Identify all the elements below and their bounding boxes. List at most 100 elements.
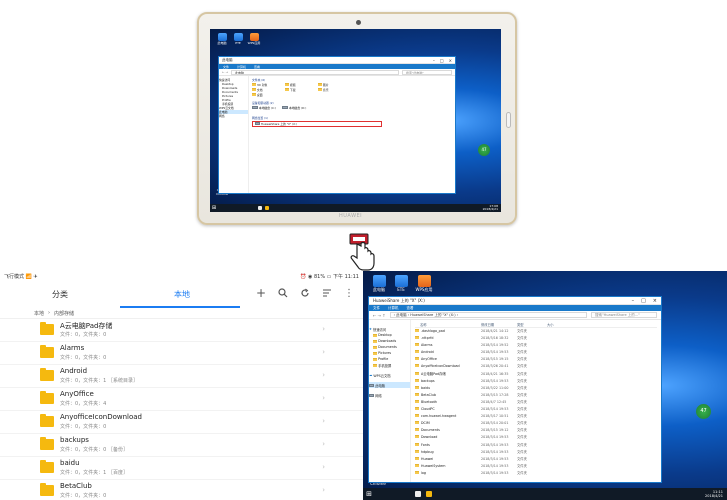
nav-wps-cloud[interactable]: ☁ WPS云文档 [369,372,410,378]
navigation-pane: 快速访问 Desktop Downloads Documents Picture… [219,76,249,193]
ribbon-tab-file[interactable]: 文件 [219,65,233,69]
network-icon [369,393,374,397]
breadcrumb-root[interactable]: 本地 [34,310,44,317]
folder-icon [415,435,419,439]
table-row[interactable]: Alarms 2018/3/14 19:52 文件夹 [415,342,657,349]
taskbar-app-icon[interactable] [415,491,421,497]
nav-this-pc[interactable]: 此电脑 [369,382,410,388]
tab-categories[interactable]: 分类 [52,289,68,300]
table-row[interactable]: Bluetooth 2018/4/7 12:45 文件夹 [415,399,657,406]
table-row[interactable]: backups 2018/3/14 19:53 文件夹 [415,378,657,385]
column-name[interactable]: 名称 [415,322,481,327]
breadcrumb-separator: › [48,310,51,316]
table-row[interactable]: .dashlogo_pad 2018/4/21 14:12 文件夹 [415,328,657,335]
table-row[interactable]: AnyOffice 2018/3/15 19:15 文件夹 [415,356,657,363]
list-item[interactable]: backups 文件：0，文件夹：0 ［备份］ › [0,434,363,457]
minimize-icon[interactable]: – [433,58,435,63]
ribbon-tab-view[interactable]: 查看 [250,65,264,69]
home-button[interactable] [506,112,511,128]
desktop-icon-wps[interactable]: WPS应用 [246,33,262,45]
desktop-icon-ete[interactable]: ETE [230,33,246,45]
add-icon[interactable]: + [255,286,267,300]
minimize-icon[interactable]: – [632,298,635,304]
windows-start-icon[interactable]: ⊞ [363,490,375,498]
desktop-icon-this-pc[interactable]: 此电脑 [214,33,230,45]
sort-icon[interactable] [321,287,333,299]
folder-item[interactable]: 音乐 [318,88,351,93]
status-right: ⏰ ◉ 81% ▭ 下午 11:11 [300,273,359,280]
table-row[interactable]: .nttprfd 2018/3/16 18:32 文件夹 [415,335,657,342]
table-row[interactable]: Fonts 2018/3/14 19:53 文件夹 [415,442,657,449]
floating-ball[interactable]: 47 [696,404,711,419]
address-bar[interactable]: › 此电脑 › HuaweiShare 上的 "X" (X:) › [389,312,587,318]
column-type[interactable]: 类型 [517,322,547,327]
taskbar-explorer-icon[interactable] [426,491,432,497]
window-body: ★ 快速访问 Desktop Downloads Documents Pictu… [369,320,661,482]
ribbon-tab-computer[interactable]: 计算机 [233,65,250,69]
table-row[interactable]: A云电脑Pad存储 2018/4/21 16:35 文件夹 [415,371,657,378]
table-row[interactable]: CloudPC 2018/3/14 19:53 文件夹 [415,406,657,413]
address-bar[interactable]: 此电脑 [230,69,399,75]
close-icon[interactable]: × [449,58,452,63]
table-row[interactable]: HuaweiSystem 2018/3/14 19:53 文件夹 [415,463,657,470]
close-icon[interactable]: × [653,298,657,304]
desktop-icon-wps[interactable]: WPS应用 [413,275,435,293]
table-row[interactable]: BetaClub 2018/3/15 17:28 文件夹 [415,392,657,399]
more-icon[interactable]: ⋮ [343,287,355,299]
table-row[interactable]: DCIM 2018/3/14 20:01 文件夹 [415,420,657,427]
list-item[interactable]: A云电脑Pad存储 文件：0，文件夹：0 › [0,319,363,342]
table-row[interactable]: Android 2018/3/14 19:53 文件夹 [415,349,657,356]
file-name-cell: .nttprfd [415,335,481,342]
table-row[interactable]: Huawei 2018/3/14 19:53 文件夹 [415,456,657,463]
drive-item[interactable]: 本地磁盘 (C:) [252,106,276,114]
table-row[interactable]: Documents 2018/3/15 19:12 文件夹 [415,427,657,434]
tab-local[interactable]: 本地 [174,289,190,300]
taskbar-clock[interactable]: 11:11 2018/4/21 [705,490,727,498]
table-row[interactable]: AnyofficeIconDownload 2018/3/26 20:41 文件夹 [415,363,657,370]
back-icon[interactable]: ← → [222,70,228,74]
table-row[interactable]: hdpbug 2018/3/14 19:53 文件夹 [415,449,657,456]
list-item[interactable]: Alarms 文件：0，文件夹：0 › [0,342,363,365]
search-icon[interactable] [277,287,289,299]
taskbar-explorer-icon[interactable] [265,206,269,210]
table-row[interactable]: com.huawei.hwagent 2018/3/17 10:51 文件夹 [415,413,657,420]
breadcrumb-current[interactable]: 内部存储 [54,310,74,317]
table-row[interactable]: log 2018/3/14 19:53 文件夹 [415,470,657,477]
column-date[interactable]: 修改日期 [481,322,517,327]
nav-screen-mirror[interactable]: 手机投屏 [369,362,410,368]
drive-item[interactable]: 本地磁盘 (D:) [282,106,306,114]
windows-start-icon[interactable]: ⊞ [210,205,218,211]
refresh-icon[interactable] [299,287,311,299]
nav-label: WPS云文档 [373,373,391,378]
maximize-icon[interactable]: □ [440,58,444,63]
floating-ball[interactable]: 47 [478,144,490,156]
item-name: Alarms [60,344,85,352]
desktop-icon-ete[interactable]: ETE [391,275,411,293]
taskbar-app-icon[interactable] [258,206,262,210]
search-box[interactable]: 搜索"此电脑" [402,69,452,75]
taskbar-clock[interactable]: 17:08 2018/4/21 [483,204,501,212]
list-item[interactable]: Android 文件：0，文件夹：1 ［系统目录］ › [0,365,363,388]
maximize-icon[interactable]: □ [641,298,646,304]
ribbon-tab-computer[interactable]: 计算机 [384,306,403,311]
column-size[interactable]: 大小 [547,322,567,327]
network-drive-highlight[interactable]: HuaweiShare 上的 "X" (X:) [252,121,382,127]
ribbon-tab-view[interactable]: 查看 [403,306,418,311]
list-item[interactable]: baidu 文件：0，文件夹：1 ［百度］ › [0,457,363,480]
file-name-cell: AnyOffice [415,356,481,363]
desktop-icon-this-pc[interactable]: 此电脑 [369,275,389,293]
folder-item[interactable]: 桌面 [252,93,285,98]
list-item[interactable]: AnyofficeIconDownload 文件：0，文件夹：0 › [0,411,363,434]
table-row[interactable]: Download 2018/3/14 19:53 文件夹 [415,434,657,441]
nav-network[interactable]: 网络 [369,392,410,398]
folder-icon [285,83,289,86]
ribbon-tab-file[interactable]: 文件 [369,306,384,311]
folder-item[interactable]: 下载 [285,88,318,93]
file-name-cell: A云电脑Pad存储 [415,371,481,378]
list-item[interactable]: BetaClub 文件：0，文件夹：0 › [0,480,363,500]
nav-network[interactable]: 网络 [219,114,248,118]
search-box[interactable]: 搜索"HuaweiShare 上的..." [591,312,657,318]
list-item[interactable]: AnyOffice 文件：0，文件夹：4 › [0,388,363,411]
table-row[interactable]: baidu 2018/3/22 11:00 文件夹 [415,385,657,392]
back-icon[interactable]: ← → ↑ [373,313,386,318]
